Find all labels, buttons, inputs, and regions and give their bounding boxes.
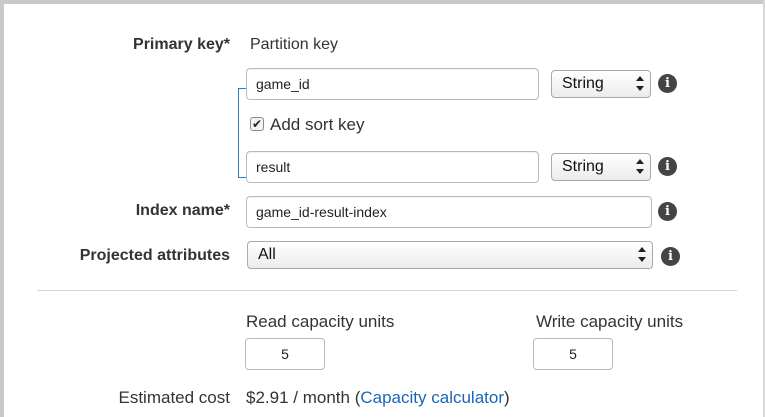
- index-name-info-icon[interactable]: i: [658, 202, 677, 221]
- partition-key-type-select[interactable]: String: [551, 70, 651, 98]
- close-paren: ): [504, 388, 510, 407]
- primary-key-label: Primary key*: [133, 36, 230, 53]
- estimated-cost-label: Estimated cost: [118, 388, 231, 407]
- read-capacity-label: Read capacity units: [246, 312, 395, 331]
- write-capacity-label: Write capacity units: [536, 312, 684, 331]
- read-capacity-input[interactable]: 5: [245, 338, 325, 370]
- capacity-calculator-link[interactable]: Capacity calculator: [360, 388, 504, 407]
- sort-key-input[interactable]: result: [246, 151, 539, 183]
- projected-attributes-label: Projected attributes: [79, 247, 230, 264]
- sort-key-info-icon[interactable]: i: [658, 157, 677, 176]
- sort-key-type-value: String: [562, 158, 604, 175]
- write-capacity-input[interactable]: 5: [533, 338, 613, 370]
- partition-key-info-icon[interactable]: i: [658, 74, 677, 93]
- partition-key-input[interactable]: game_id: [246, 68, 539, 100]
- index-name-label: Index name*: [135, 202, 230, 219]
- sort-key-type-select[interactable]: String: [551, 153, 651, 181]
- partition-key-type-value: String: [562, 75, 604, 92]
- key-group-bracket: [238, 88, 246, 178]
- section-divider: [37, 290, 737, 291]
- updown-arrows-icon: [636, 158, 644, 176]
- add-sort-key-checkbox[interactable]: ✔: [250, 117, 264, 131]
- window-left-border: [0, 0, 4, 417]
- updown-arrows-icon: [636, 75, 644, 93]
- projected-attributes-select[interactable]: All: [247, 241, 653, 269]
- estimated-cost-line: $2.91 / month (Capacity calculator): [246, 388, 510, 408]
- partition-key-label: Partition key: [250, 36, 339, 53]
- projected-attributes-info-icon[interactable]: i: [661, 247, 680, 266]
- projected-attributes-value: All: [258, 246, 276, 263]
- index-name-input[interactable]: game_id-result-index: [246, 196, 652, 228]
- add-sort-key-label[interactable]: Add sort key: [270, 115, 365, 135]
- estimated-cost-value: $2.91 / month: [246, 388, 350, 407]
- window-top-border: [0, 0, 765, 4]
- updown-arrows-icon: [638, 246, 646, 264]
